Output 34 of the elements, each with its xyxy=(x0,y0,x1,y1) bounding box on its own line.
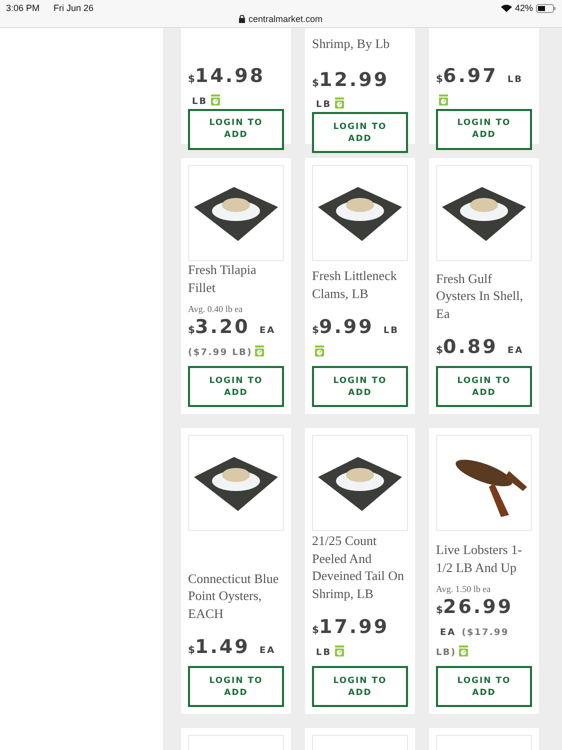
login-to-add-button[interactable]: LOGIN TO ADD xyxy=(312,666,408,707)
lock-icon xyxy=(239,15,246,23)
login-to-add-button[interactable]: LOGIN TO ADD xyxy=(436,108,532,150)
login-to-add-button[interactable]: LOGIN TO ADD xyxy=(188,666,284,707)
clock-text: 3:06 PM xyxy=(6,3,40,13)
product-name[interactable]: Fresh Littleneck Clams, LB xyxy=(312,267,408,302)
price-text: $1.49 EA xyxy=(188,636,277,660)
price-text: $3.20 EA ($7.99 LB) xyxy=(188,316,277,360)
product-name[interactable]: 21/25 Count Peeled And Deveined Tail On Shrimp, LB xyxy=(312,532,408,602)
login-to-add-button[interactable]: LOGIN TO ADD xyxy=(312,366,408,407)
login-to-add-button[interactable]: LOGIN TO ADD xyxy=(188,108,284,150)
login-to-add-button[interactable]: LOGIN TO ADD xyxy=(436,666,532,707)
price-text: $0.89 EA xyxy=(436,336,525,360)
battery-icon xyxy=(536,4,556,12)
price-text: $17.99 LB xyxy=(312,616,390,660)
product-name[interactable]: Connecticut Blue Point Oysters, EACH xyxy=(188,570,284,622)
product-name[interactable]: Fresh Gulf Oysters In Shell, Ea xyxy=(436,270,532,322)
price-text: $26.99 EA ($17.99 LB) xyxy=(436,596,514,660)
date-text: Fri Jun 26 xyxy=(54,3,94,13)
price-text: $12.99 LB xyxy=(312,68,390,112)
login-to-add-button[interactable]: LOGIN TO ADD xyxy=(436,366,532,407)
average-weight-text: Avg. 1.50 lb ea xyxy=(436,584,492,594)
product-name[interactable]: Live Lobsters 1-1/2 LB And Up xyxy=(436,541,532,576)
battery-text: 42% xyxy=(514,3,533,13)
login-to-add-button[interactable]: LOGIN TO ADD xyxy=(188,366,284,407)
product-name[interactable]: Fresh Tilapia Fillet xyxy=(188,261,284,296)
login-to-add-button[interactable]: LOGIN TO ADD xyxy=(312,112,408,154)
product-name: Shrimp, By Lb xyxy=(312,35,391,52)
average-weight-text: Avg. 0.40 lb ea xyxy=(188,304,244,314)
price-text: $14.98 LB xyxy=(188,65,266,109)
wifi-icon xyxy=(500,4,512,12)
price-text: $6.97 LB xyxy=(436,65,532,109)
price-text: $9.99 LB xyxy=(312,316,408,360)
url-text[interactable]: centralmarket.com xyxy=(248,14,323,24)
